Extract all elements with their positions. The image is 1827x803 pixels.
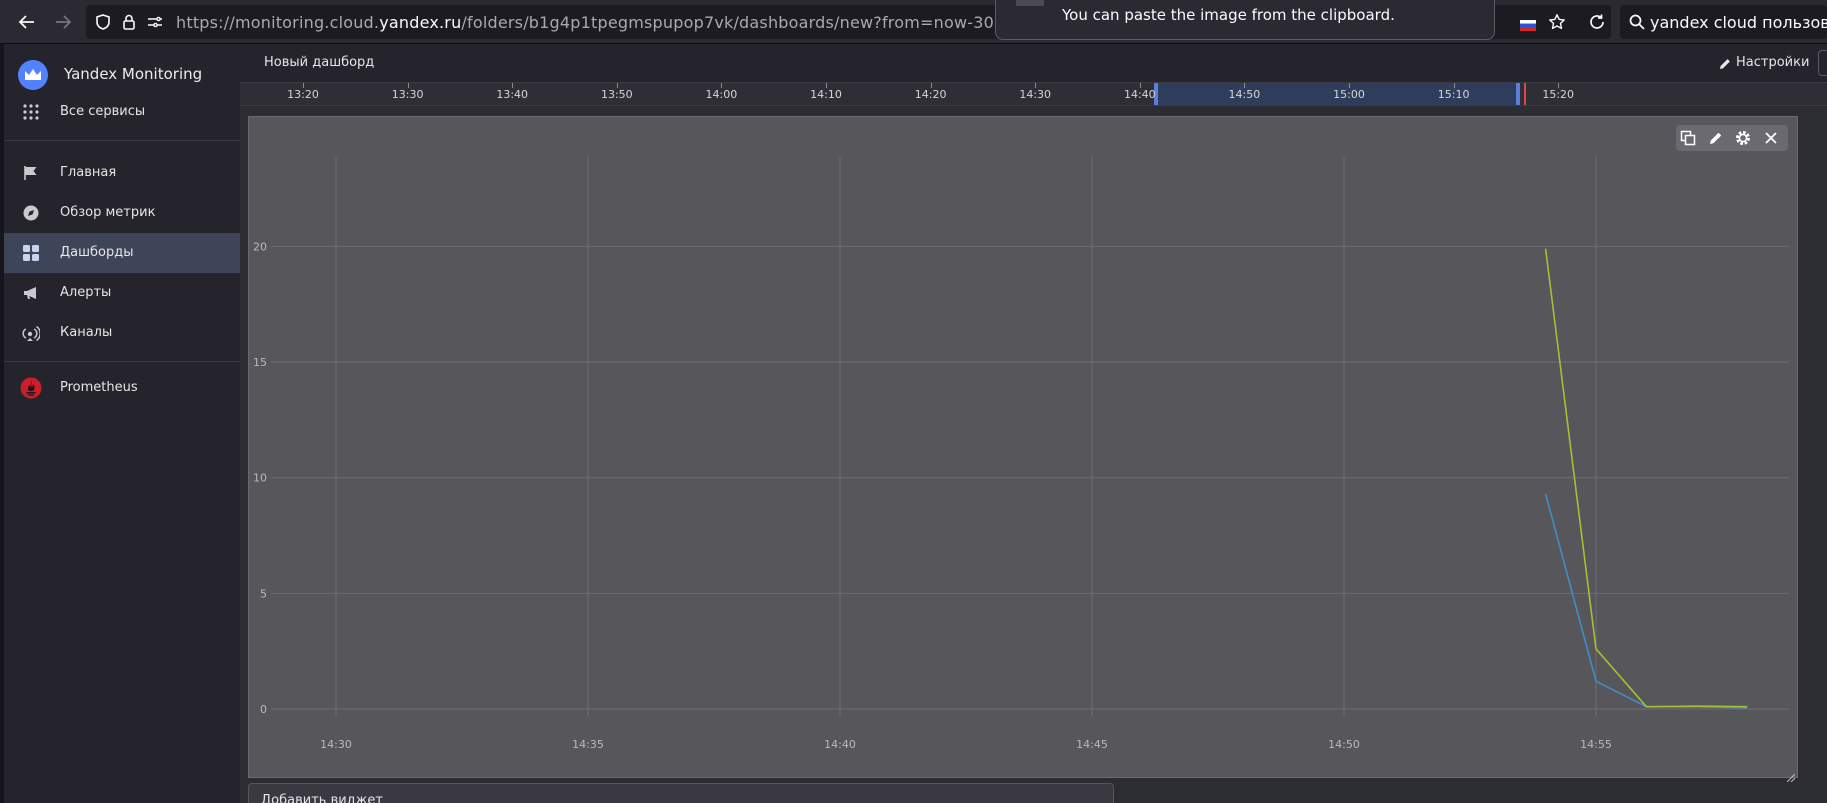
search-input[interactable]: yandex cloud пользовате — [1650, 13, 1827, 32]
x-tick-label: 14:45 — [1076, 738, 1108, 751]
y-tick-label: 20 — [253, 240, 267, 253]
flag-icon — [22, 164, 40, 182]
sidebar-divider — [4, 140, 240, 141]
timeline-label: 14:00 — [705, 88, 738, 101]
x-tick-label: 14:40 — [824, 738, 856, 751]
clipboard-thumbnail — [1016, 0, 1044, 6]
sidebar-item-metrics[interactable]: Обзор метрик — [4, 193, 240, 233]
close-icon[interactable] — [1762, 129, 1780, 147]
url-text[interactable]: https://monitoring.cloud.yandex.ru/folde… — [176, 13, 1128, 32]
x-tick-label: 14:50 — [1328, 738, 1360, 751]
add-widget-label: Добавить виджет — [261, 793, 383, 803]
signal-icon — [22, 324, 41, 342]
x-tick-label: 14:30 — [320, 738, 352, 751]
sidebar-item-dashboards[interactable]: Дашборды — [4, 233, 240, 273]
page-title[interactable]: Новый дашборд — [264, 55, 374, 70]
chart-widget[interactable]: 0 5 10 15 20 14:30 14:35 14:40 14:45 14:50 14:55 — [248, 116, 1798, 783]
sidebar-item-label: Главная — [60, 165, 117, 180]
monitoring-logo-icon — [18, 60, 48, 90]
sidebar-item-alerts[interactable]: Алерты — [4, 273, 240, 313]
x-tick-label: 14:35 — [572, 738, 604, 751]
grid-dots-icon — [22, 103, 40, 121]
clipboard-popup: You can paste the image from the clipboa… — [995, 0, 1495, 40]
main-content: Новый дашборд Настройки 13:20 13:30 13:40 1… — [240, 44, 1827, 803]
timeline-label: 15:00 — [1333, 88, 1365, 101]
timeline-label: 13:20 — [287, 88, 319, 101]
timeline-label: 13:40 — [496, 88, 529, 101]
timeline-label: 14:20 — [914, 88, 947, 101]
x-tick-label: 14:55 — [1580, 738, 1612, 751]
timeline-handle-right[interactable] — [1516, 83, 1520, 105]
resize-handle-icon[interactable] — [1786, 767, 1796, 783]
compass-icon — [22, 204, 40, 222]
bookmark-star-icon[interactable] — [1548, 13, 1566, 31]
widget-toolbar — [1676, 125, 1788, 151]
timeline-now-marker — [1524, 83, 1526, 105]
russia-flag-icon[interactable] — [1520, 16, 1536, 31]
browser-toolbar: https://monitoring.cloud.yandex.ru/folde… — [0, 0, 1827, 44]
lock-icon[interactable] — [120, 13, 138, 31]
sidebar-item-prometheus[interactable]: Prometheus — [4, 368, 240, 408]
brand-name: Yandex Monitoring — [64, 65, 203, 83]
settings-label: Настройки — [1736, 55, 1810, 70]
toolbar-edge-button[interactable] — [1818, 50, 1827, 76]
y-tick-label: 15 — [253, 356, 267, 369]
dashboard-header: Новый дашборд Настройки — [240, 44, 1827, 82]
copy-icon[interactable] — [1679, 129, 1697, 147]
timeline-label: 13:50 — [600, 88, 633, 101]
all-services-label: Все сервисы — [60, 104, 146, 119]
timeline-label: 15:20 — [1542, 88, 1575, 101]
shield-icon[interactable] — [94, 13, 112, 31]
sidebar-item-home[interactable]: Главная — [4, 153, 240, 193]
gear-icon[interactable] — [1734, 129, 1752, 147]
sidebar-divider — [4, 361, 240, 362]
all-services-button[interactable]: Все сервисы — [4, 92, 240, 132]
prometheus-icon — [20, 377, 42, 399]
sidebar-item-label: Алерты — [60, 285, 112, 300]
sidebar-item-channels[interactable]: Каналы — [4, 313, 240, 353]
series-line — [1544, 493, 1748, 709]
clipboard-popup-text: You can paste the image from the clipboa… — [1062, 6, 1395, 24]
add-widget-button[interactable]: Добавить виджет — [248, 783, 1114, 803]
timeline-label: 14:30 — [1019, 88, 1052, 101]
y-tick-label: 0 — [260, 703, 267, 716]
sidebar-item-label: Обзор метрик — [60, 205, 156, 220]
timeline-label: 13:30 — [391, 88, 424, 101]
timeline-label: 14:40 — [1123, 88, 1156, 101]
pencil-icon — [1718, 56, 1732, 70]
settings-button[interactable]: Настройки — [1714, 52, 1814, 74]
sidebar-item-label: Дашборды — [60, 245, 134, 260]
timeline-label: 14:10 — [810, 88, 842, 101]
site-permissions-icon[interactable] — [146, 13, 164, 31]
timeline-label: 14:50 — [1228, 88, 1261, 101]
sidebar-item-label: Prometheus — [60, 380, 138, 395]
edit-pencil-icon[interactable] — [1707, 129, 1725, 147]
search-icon — [1628, 13, 1646, 31]
timeline-navigator[interactable]: 13:20 13:30 13:40 13:50 14:00 14:10 14:20 14:30… — [240, 82, 1827, 106]
forward-arrow-icon[interactable] — [50, 9, 76, 35]
brand[interactable]: Yandex Monitoring — [18, 58, 238, 92]
search-bar[interactable]: yandex cloud пользовате — [1620, 5, 1827, 39]
y-tick-label: 5 — [260, 587, 267, 600]
megaphone-icon — [22, 284, 40, 302]
dashboard-icon — [22, 244, 40, 262]
y-tick-label: 10 — [253, 472, 267, 485]
sidebar: Yandex Monitoring Все сервисы Главная Об… — [0, 44, 240, 803]
back-arrow-icon[interactable] — [14, 9, 40, 35]
chart: 0 5 10 15 20 14:30 14:35 14:40 14:45 14:50 14:55 — [253, 157, 1789, 751]
timeline-label: 15:10 — [1437, 88, 1470, 101]
reload-icon[interactable] — [1584, 9, 1610, 35]
sidebar-item-label: Каналы — [60, 325, 113, 340]
